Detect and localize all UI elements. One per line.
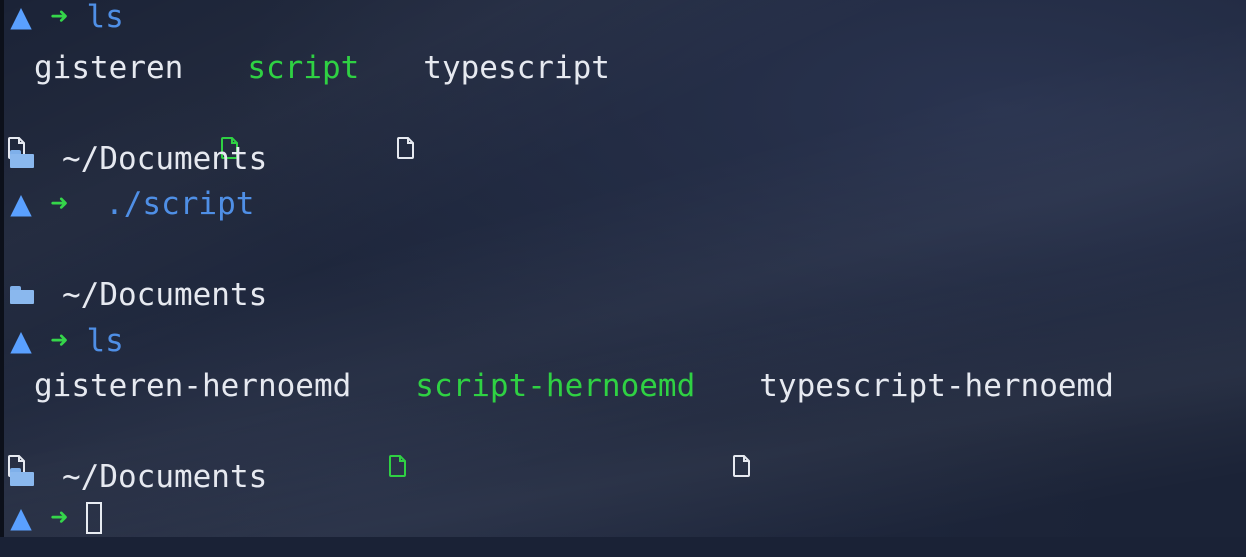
directory-path: ~/Documents <box>62 141 268 177</box>
file-name: typescript <box>423 50 610 86</box>
folder-open-icon <box>10 468 34 486</box>
prompt-line: ▲ ➜ <box>8 498 103 538</box>
arch-logo-icon: ▲ <box>10 501 32 534</box>
terminal-cursor[interactable] <box>86 502 103 534</box>
file-icon <box>221 57 239 159</box>
arrow-right-icon: ➜ <box>50 4 69 29</box>
list-item: gisteren-hernoemd <box>8 366 352 477</box>
arch-logo-icon: ▲ <box>10 0 32 33</box>
directory-line: ~/Documents <box>8 139 267 179</box>
file-icon <box>8 375 25 477</box>
prompt-line: ▲ ➜ ./script <box>8 184 254 224</box>
directory-path: ~/Documents <box>62 277 268 313</box>
window-edge <box>0 0 4 537</box>
list-item: typescript <box>397 48 610 159</box>
list-item: script-hernoemd <box>389 366 696 477</box>
file-name: typescript-hernoemd <box>759 368 1114 404</box>
file-name: script-hernoemd <box>415 368 696 404</box>
file-listing: gisteren-hernoemd script-hernoemd typesc… <box>8 366 1114 477</box>
arch-logo-icon: ▲ <box>10 324 32 357</box>
folder-open-icon <box>10 150 34 168</box>
command-text: ./script <box>86 186 255 222</box>
file-icon <box>8 57 25 159</box>
file-name: gisteren-hernoemd <box>34 368 352 404</box>
arrow-right-icon: ➜ <box>50 328 69 353</box>
file-listing: gisteren script typescript <box>8 48 648 159</box>
file-icon <box>733 375 751 477</box>
directory-line: ~/Documents <box>8 275 267 315</box>
file-name: gisteren <box>34 50 184 86</box>
folder-open-icon <box>10 286 34 304</box>
list-item: typescript-hernoemd <box>733 366 1114 477</box>
arch-logo-icon: ▲ <box>10 187 32 220</box>
file-icon <box>389 375 407 477</box>
list-item: gisteren <box>8 48 184 159</box>
arrow-right-icon: ➜ <box>50 191 69 216</box>
prompt-line: ▲ ➜ ls <box>8 0 124 37</box>
command-text: ls <box>86 0 124 35</box>
command-text: ls <box>86 323 124 359</box>
file-name: script <box>247 50 360 86</box>
directory-line: ~/Documents <box>8 457 267 497</box>
arrow-right-icon: ➜ <box>50 505 69 530</box>
terminal-output[interactable]: ▲ ➜ ls gisteren script typescript ~/Docu… <box>8 0 1246 537</box>
prompt-line: ▲ ➜ ls <box>8 321 124 361</box>
file-icon <box>397 57 415 159</box>
list-item: script <box>221 48 360 159</box>
directory-path: ~/Documents <box>62 459 268 495</box>
